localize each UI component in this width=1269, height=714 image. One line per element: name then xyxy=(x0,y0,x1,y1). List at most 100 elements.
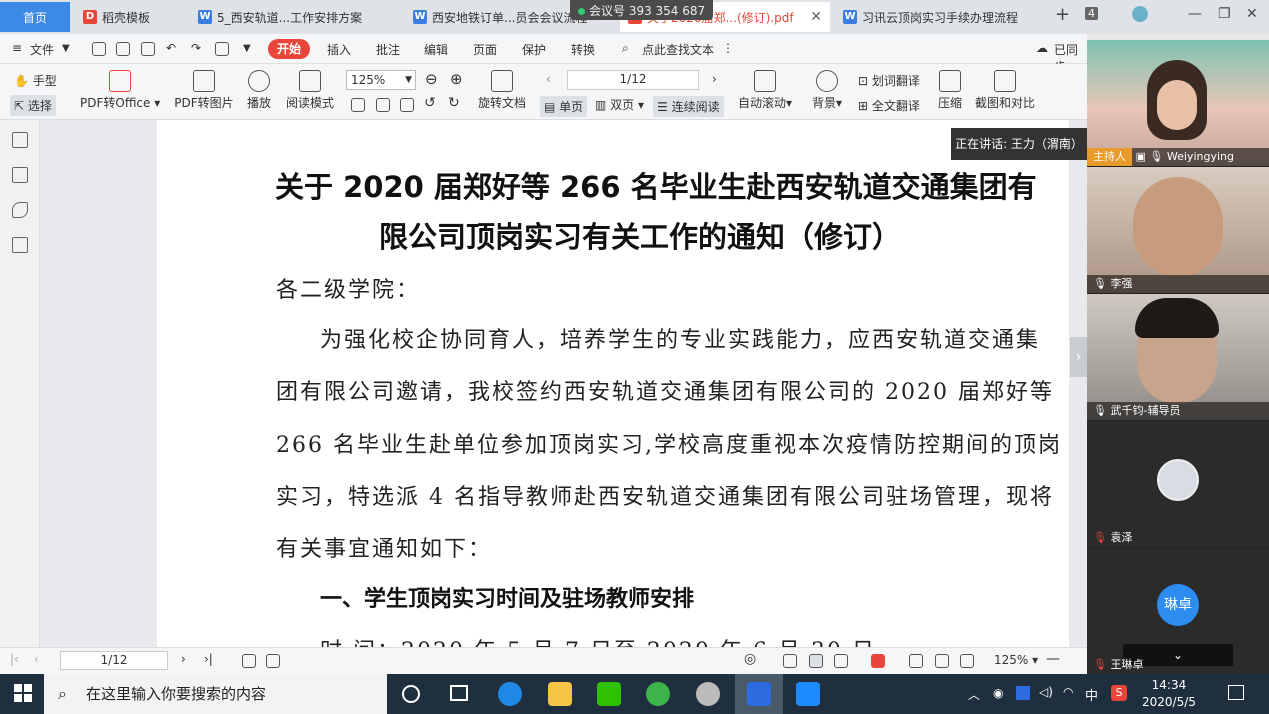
video-tile-yuan-ze[interactable]: 🎙 袁泽 xyxy=(1087,421,1269,547)
full-translate-button[interactable]: ⊞ 全文翻译 xyxy=(858,97,920,114)
qq-tray-icon[interactable]: ◉ xyxy=(993,686,1003,700)
close-tab-icon[interactable]: ✕ xyxy=(810,9,822,25)
back-icon[interactable] xyxy=(242,654,256,668)
next-page-icon[interactable]: › xyxy=(181,652,186,666)
continuous-view-icon[interactable] xyxy=(809,654,823,668)
play-icon[interactable] xyxy=(871,654,885,668)
status-zoom-select[interactable]: 125% ▾ xyxy=(994,653,1038,667)
auto-scroll-button[interactable]: 自动滚动▾ xyxy=(736,70,794,111)
next-page-icon[interactable]: › xyxy=(712,72,717,86)
word-translate-button[interactable]: ⊡ 划词翻译 xyxy=(858,72,920,89)
play-button[interactable]: 播放 xyxy=(244,70,274,111)
first-page-icon[interactable]: |‹ xyxy=(10,652,19,666)
background-button[interactable]: 背景▾ xyxy=(810,70,844,111)
rotate-right-icon[interactable]: ↻ xyxy=(448,95,460,111)
forward-icon[interactable] xyxy=(266,654,280,668)
double-page-view-icon[interactable] xyxy=(834,654,848,668)
cloud-sync-icon[interactable]: ☁ xyxy=(1036,41,1048,55)
actual-size-icon[interactable] xyxy=(909,654,923,668)
fit-width-icon[interactable] xyxy=(960,654,974,668)
cortana-icon[interactable] xyxy=(402,685,420,703)
collapse-panel-toggle[interactable]: › xyxy=(1070,337,1087,377)
zoom-out-icon[interactable]: ⊖ xyxy=(425,70,438,88)
image-panel-icon[interactable] xyxy=(12,167,28,183)
tab-count-badge[interactable]: 4 xyxy=(1085,7,1098,20)
tab-home[interactable]: 首页 xyxy=(0,2,70,32)
single-page-button[interactable]: ▤ 单页 xyxy=(540,96,588,117)
zoom-in-icon[interactable]: ⊕ xyxy=(450,70,463,88)
wps-office-icon[interactable] xyxy=(747,682,771,706)
thumbnail-icon[interactable] xyxy=(12,132,28,148)
windows-start-icon[interactable] xyxy=(14,684,32,702)
wps-tray-icon[interactable] xyxy=(1016,686,1030,700)
tab-annotate[interactable]: 批注 xyxy=(376,41,400,58)
tab-convert[interactable]: 转换 xyxy=(571,41,595,58)
task-view-icon[interactable] xyxy=(450,685,468,701)
tab-insert[interactable]: 插入 xyxy=(327,41,351,58)
tab-start[interactable]: 开始 xyxy=(268,39,310,59)
actual-size-icon[interactable] xyxy=(351,98,365,112)
file-explorer-icon[interactable] xyxy=(548,682,572,706)
pdf-to-office-button[interactable]: PDF转Office ▾ xyxy=(80,70,160,111)
more-icon[interactable]: ⋮ xyxy=(722,41,734,55)
video-tile-li-qiang[interactable]: 🎙 李强 xyxy=(1087,167,1269,293)
search-icon[interactable]: ⌕ xyxy=(622,41,629,56)
continuous-reading-button[interactable]: ☰ 连续阅读 xyxy=(653,96,724,117)
annotation-list-icon[interactable] xyxy=(12,237,28,253)
double-page-button[interactable]: ▥ 双页 ▾ xyxy=(595,96,644,113)
tab-doc-internship-flow[interactable]: W 习讯云顶岗实习手续办理流程 xyxy=(835,2,1040,32)
wechat-icon[interactable] xyxy=(597,682,621,706)
browser-360-icon[interactable] xyxy=(646,682,670,706)
sogou-ime-icon[interactable]: S xyxy=(1111,685,1127,701)
tab-protect[interactable]: 保护 xyxy=(522,41,546,58)
new-tab-icon[interactable]: + xyxy=(1055,4,1070,25)
single-page-view-icon[interactable] xyxy=(783,654,797,668)
previous-page-icon[interactable]: ‹ xyxy=(34,652,39,666)
open-folder-icon[interactable] xyxy=(92,42,106,56)
account-avatar[interactable] xyxy=(1132,6,1148,22)
show-hidden-icons-icon[interactable]: ︿ xyxy=(968,686,980,703)
save-icon[interactable] xyxy=(116,42,130,56)
ime-indicator[interactable]: 中 xyxy=(1085,685,1098,704)
meeting-app-icon[interactable] xyxy=(796,682,820,706)
reading-mode-button[interactable]: 阅读模式 xyxy=(284,70,336,111)
fit-page-icon[interactable] xyxy=(376,98,390,112)
fit-width-icon[interactable] xyxy=(400,98,414,112)
eye-protect-icon[interactable]: ◎ xyxy=(744,651,756,667)
video-tile-host[interactable]: 主持人 ▣ 🎙 Weiyingying xyxy=(1087,40,1269,166)
compress-button[interactable]: 压缩 xyxy=(936,70,964,111)
rotate-document-button[interactable]: 旋转文档 xyxy=(476,70,528,111)
close-window-icon[interactable]: ✕ xyxy=(1246,6,1258,22)
system-clock[interactable]: 14:34 2020/5/5 xyxy=(1142,677,1196,711)
video-tile-lin-zhuo[interactable]: 琳卓 ⌄ 🎙 王琳卓 xyxy=(1087,548,1269,674)
taskbar-search-input[interactable]: ⌕ 在这里输入你要搜索的内容 xyxy=(44,674,387,714)
last-page-icon[interactable]: ›| xyxy=(204,652,213,666)
hand-tool-button[interactable]: ✋ 手型 xyxy=(14,72,57,89)
bookmark-icon[interactable] xyxy=(12,202,28,218)
pdf-to-image-button[interactable]: PDF转图片 xyxy=(172,70,236,111)
undo-icon[interactable]: ↶ xyxy=(166,41,176,55)
tab-edit[interactable]: 编辑 xyxy=(424,41,448,58)
find-text-search[interactable]: 点此查找文本 xyxy=(642,41,714,58)
tab-doc-work-plan[interactable]: W 5_西安轨道...工作安排方案 xyxy=(190,2,400,32)
previous-page-icon[interactable]: ‹ xyxy=(546,72,551,86)
redo-icon[interactable]: ↷ xyxy=(191,41,201,55)
screenshot-compare-button[interactable]: 截图和对比 xyxy=(974,70,1036,111)
fit-page-icon[interactable] xyxy=(935,654,949,668)
rotate-left-icon[interactable]: ↺ xyxy=(424,95,436,111)
zoom-out-icon[interactable]: — xyxy=(1046,651,1060,667)
page-number-input[interactable]: 1/12 xyxy=(567,70,699,90)
network-icon[interactable]: ◠ xyxy=(1063,685,1073,699)
hamburger-icon[interactable]: ≡ xyxy=(12,41,22,55)
edge-browser-icon[interactable] xyxy=(498,682,522,706)
select-tool-button[interactable]: ⇱ 选择 xyxy=(10,95,56,116)
minimize-icon[interactable]: — xyxy=(1188,6,1202,22)
notification-center-icon[interactable] xyxy=(1228,685,1244,700)
export-icon[interactable] xyxy=(215,42,229,56)
restore-icon[interactable]: ❐ xyxy=(1218,6,1231,22)
qq-app-icon[interactable] xyxy=(696,682,720,706)
print-icon[interactable] xyxy=(141,42,155,56)
volume-icon[interactable]: ◁) xyxy=(1039,685,1053,699)
video-tile-wu-qianjun[interactable]: 🎙 武千钧-辅导员 xyxy=(1087,294,1269,420)
document-viewport[interactable]: 关于 2020 届郑好等 266 名毕业生赴西安轨道交通集团有 限公司顶岗实习有… xyxy=(40,120,1087,647)
